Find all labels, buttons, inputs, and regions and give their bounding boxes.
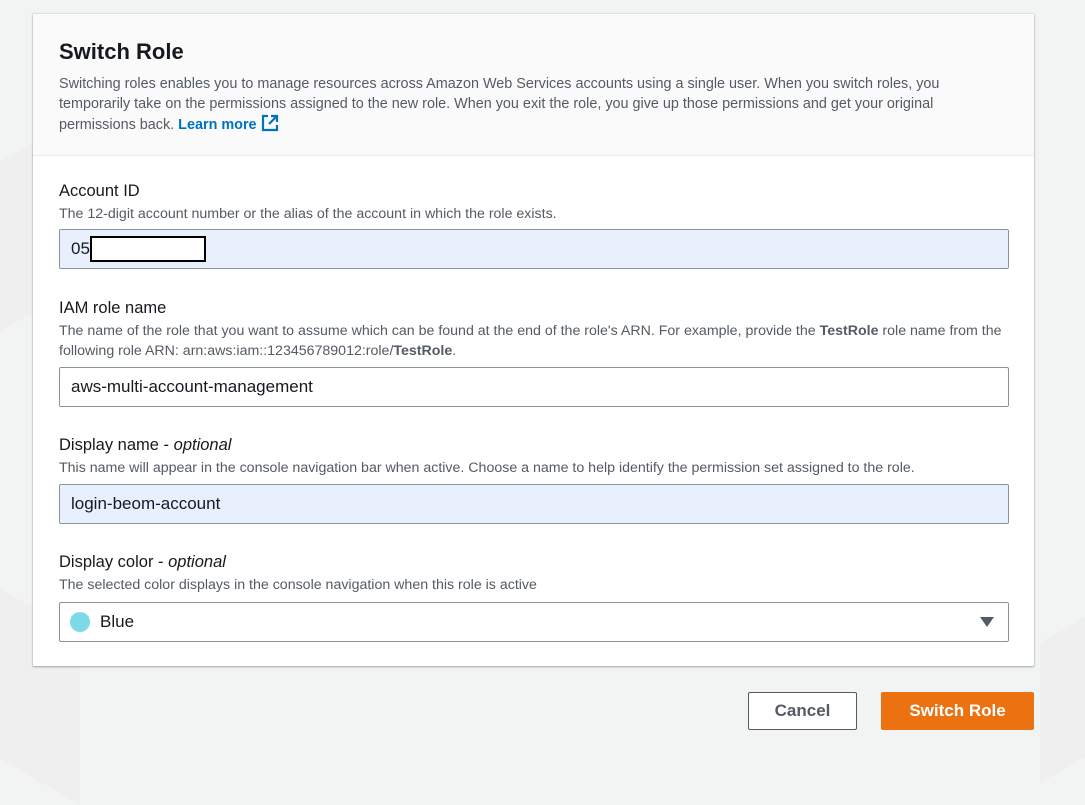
learn-more-link[interactable]: Learn more: [178, 114, 278, 133]
display-name-field: Display name - optional This name will a…: [59, 434, 1009, 524]
optional-tag: optional: [168, 553, 226, 571]
display-color-label: Display color - optional: [59, 553, 226, 571]
learn-more-label: Learn more: [178, 117, 257, 133]
account-id-label: Account ID: [59, 182, 140, 200]
switch-role-panel: Switch Role Switching roles enables you …: [33, 14, 1034, 666]
background-shape: [1040, 596, 1085, 784]
role-name-field: IAM role name The name of the role that …: [59, 297, 1009, 407]
page-description: Switching roles enables you to manage re…: [59, 74, 1008, 135]
display-name-input[interactable]: login-beom-account: [59, 484, 1009, 524]
role-name-label: IAM role name: [59, 299, 167, 317]
external-link-icon: [261, 114, 278, 132]
display-name-hint: This name will appear in the console nav…: [59, 460, 915, 476]
display-color-select[interactable]: Blue: [59, 602, 1009, 642]
cancel-button[interactable]: Cancel: [748, 692, 857, 730]
account-id-value: 05: [71, 239, 90, 258]
label-text: Display name: [59, 436, 159, 454]
page-title: Switch Role: [59, 39, 184, 64]
hint-bold: TestRole: [819, 323, 879, 339]
display-name-label: Display name - optional: [59, 436, 232, 454]
hint-text: The name of the role that you want to as…: [59, 323, 820, 339]
account-id-input[interactable]: 05: [59, 229, 1009, 269]
caret-down-icon: [980, 617, 994, 627]
optional-tag: optional: [173, 436, 232, 454]
label-text: Display color: [59, 553, 154, 571]
role-name-hint: The name of the role that you want to as…: [59, 321, 1009, 361]
redaction-box: [89, 235, 206, 262]
account-id-field: Account ID The 12-digit account number o…: [59, 180, 1009, 269]
display-color-hint: The selected color displays in the conso…: [59, 577, 537, 593]
role-name-input[interactable]: aws-multi-account-management: [59, 367, 1009, 407]
account-id-hint: The 12-digit account number or the alias…: [59, 206, 557, 222]
display-color-field: Display color - optional The selected co…: [59, 551, 1009, 642]
switch-role-button[interactable]: Switch Role: [881, 692, 1034, 730]
selected-color: Blue: [100, 612, 135, 631]
hint-text: .: [452, 343, 457, 359]
panel-header: Switch Role Switching roles enables you …: [33, 14, 1034, 156]
color-swatch-icon: [70, 612, 90, 632]
hint-bold: TestRole: [393, 343, 453, 359]
